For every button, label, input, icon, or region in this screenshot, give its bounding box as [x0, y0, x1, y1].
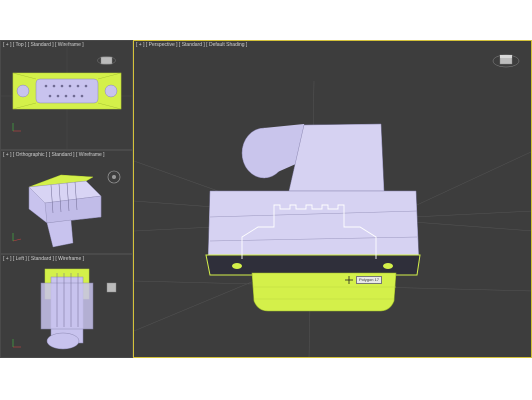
model-top-wireframe: [12, 72, 122, 110]
viewport-top[interactable]: [ + ] [ Top ] [ Standard ] [ Wireframe ]: [0, 40, 133, 150]
viewcube-icon[interactable]: [492, 54, 520, 68]
axis-tripod-icon: [12, 339, 21, 348]
cursor-tooltip: Polygon 17: [356, 276, 383, 284]
connector-model-perspective: [205, 123, 421, 312]
model-left-wireframe: [40, 268, 94, 350]
viewport-ortho-canvas: [12, 170, 121, 248]
viewport-perspective[interactable]: [ + ] [ Perspective ] [ Standard ] [ Def…: [133, 40, 532, 358]
axis-tripod-icon: [12, 233, 22, 242]
viewport-top-canvas: [1, 41, 132, 149]
viewport-perspective-canvas: [134, 54, 531, 357]
viewport-left-canvas: [12, 268, 117, 350]
steering-wheel-icon[interactable]: [107, 170, 121, 184]
axis-tripod-icon: [12, 123, 21, 132]
viewport-left[interactable]: [ + ] [ Left ] [ Standard ] [ Wireframe …: [0, 254, 133, 358]
3d-app-window: [ + ] [ Top ] [ Standard ] [ Wireframe ]: [0, 40, 532, 358]
viewcube-icon[interactable]: [106, 282, 117, 293]
viewport-orthographic[interactable]: [ + ] [ Orthographic ] [ Standard ] [ Wi…: [0, 150, 133, 254]
model-ortho-wireframe: [28, 174, 102, 248]
viewcube-icon[interactable]: [97, 56, 116, 65]
